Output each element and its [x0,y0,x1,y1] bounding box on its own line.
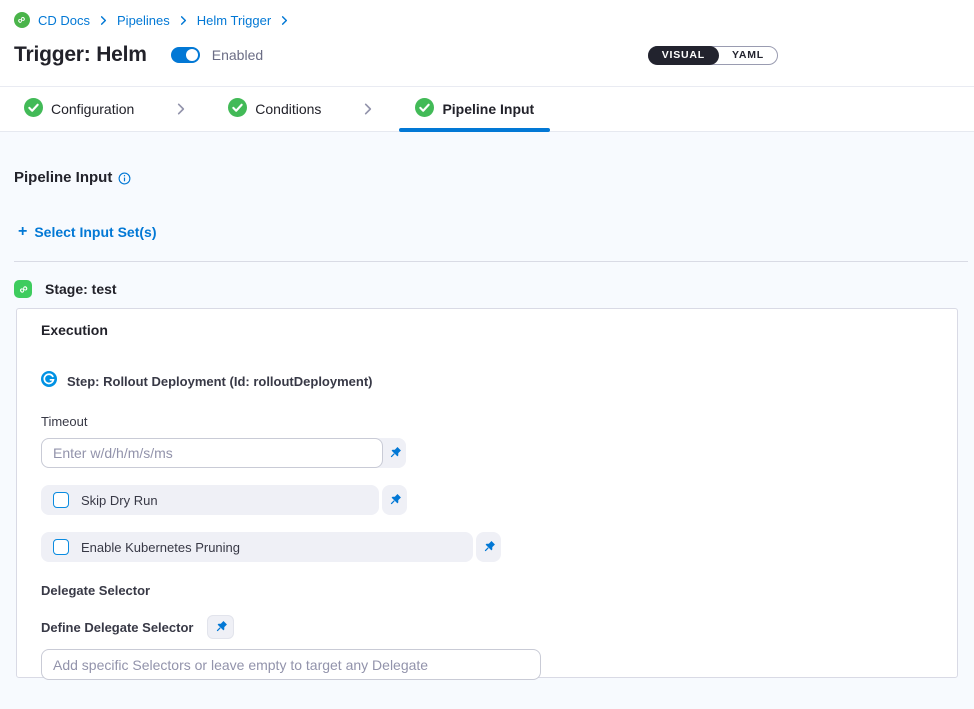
execution-heading: Execution [41,322,933,338]
chevron-right-icon [98,15,109,26]
checkbox-label: Skip Dry Run [81,493,158,508]
yaml-mode-button[interactable]: YAML [719,46,777,65]
visual-yaml-switch: VISUAL YAML [648,46,778,65]
runtime-input-pin-icon[interactable] [383,438,406,468]
execution-card: Execution Step: Rollout Deployment (Id: … [16,308,958,678]
tab-label: Conditions [255,101,321,117]
timeout-label: Timeout [41,414,933,429]
enabled-toggle[interactable] [171,47,200,63]
trigger-details-page: CD Docs Pipelines Helm Trigger Trigger: … [0,0,974,709]
delegate-selector-label: Delegate Selector [41,583,933,598]
pipeline-input-panel: Pipeline Input Select Input Set(s) Stage… [0,132,974,709]
harness-cd-icon [14,12,30,28]
plus-icon [18,223,27,240]
stage-cd-icon [14,280,32,298]
breadcrumb: CD Docs Pipelines Helm Trigger [14,12,960,28]
page-title: Trigger: Helm [14,43,147,67]
info-icon[interactable] [118,172,131,185]
section-divider [14,261,968,262]
tab-label: Configuration [51,101,134,117]
tab-conditions[interactable]: Conditions [212,87,337,131]
skip-dry-run-field[interactable]: Skip Dry Run [41,485,379,515]
chevron-right-icon [174,87,188,131]
stage-label: Stage: test [45,281,117,297]
check-circle-icon [24,98,43,120]
chevron-right-icon [279,15,290,26]
stage-header[interactable]: Stage: test [14,280,960,298]
visual-mode-button[interactable]: VISUAL [648,46,719,65]
title-row: Trigger: Helm Enabled VISUAL YAML [14,43,960,67]
delegate-selectors-input[interactable] [41,649,541,680]
define-delegate-selector-label: Define Delegate Selector [41,620,193,635]
check-circle-icon [415,98,434,120]
breadcrumb-helm-trigger[interactable]: Helm Trigger [197,13,271,28]
check-circle-icon [228,98,247,120]
step-row: Step: Rollout Deployment (Id: rolloutDep… [41,371,933,392]
step-label: Step: Rollout Deployment (Id: rolloutDep… [67,374,373,389]
define-delegate-selector-row: Define Delegate Selector [41,615,933,639]
enable-kubernetes-pruning-row: Enable Kubernetes Pruning [41,532,933,562]
runtime-input-pin-button[interactable] [207,615,234,639]
tab-configuration[interactable]: Configuration [8,87,150,131]
breadcrumb-pipelines[interactable]: Pipelines [117,13,170,28]
skip-dry-run-checkbox[interactable] [53,492,69,508]
rollout-step-icon [41,371,57,392]
wizard-tabbar: Configuration Conditions Pipeline Input [0,86,974,132]
tab-label: Pipeline Input [442,101,534,117]
timeout-field-group [41,438,406,468]
timeout-input[interactable] [41,438,383,468]
chevron-right-icon [178,15,189,26]
page-header: CD Docs Pipelines Helm Trigger Trigger: … [0,0,974,86]
runtime-input-pin-icon[interactable] [382,485,407,515]
toggle-knob [186,49,198,61]
breadcrumb-cd-docs[interactable]: CD Docs [38,13,90,28]
enable-kubernetes-pruning-field[interactable]: Enable Kubernetes Pruning [41,532,473,562]
runtime-input-pin-icon[interactable] [476,532,501,562]
select-input-sets-link[interactable]: Select Input Set(s) [18,223,156,240]
enable-kubernetes-pruning-checkbox[interactable] [53,539,69,555]
enabled-label: Enabled [212,47,263,63]
checkbox-label: Enable Kubernetes Pruning [81,540,240,555]
pipeline-input-heading: Pipeline Input [14,169,112,186]
tab-pipeline-input[interactable]: Pipeline Input [399,87,550,131]
select-input-sets-label: Select Input Set(s) [34,224,156,240]
skip-dry-run-row: Skip Dry Run [41,485,933,515]
chevron-right-icon [361,87,375,131]
